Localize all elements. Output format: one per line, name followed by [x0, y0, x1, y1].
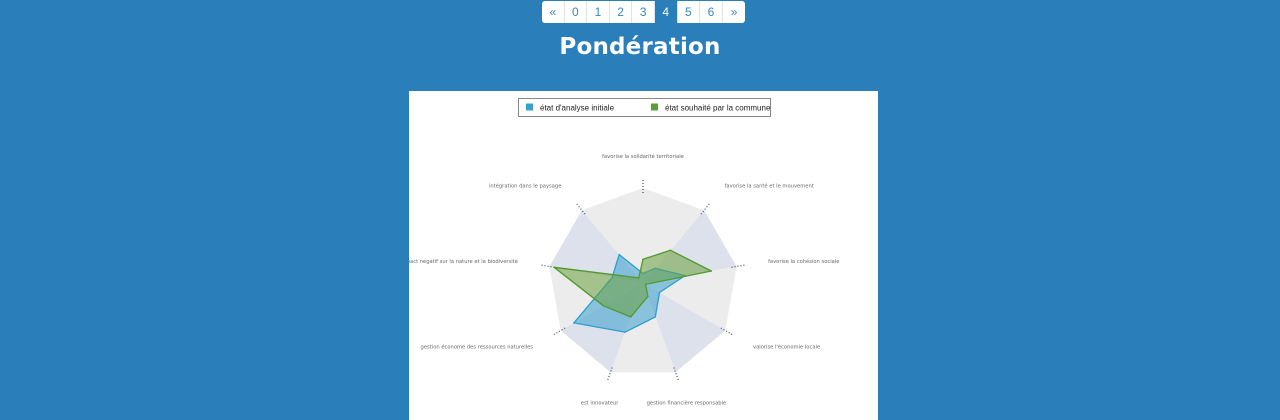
- axis-label: gestion économe des ressources naturelle…: [421, 344, 534, 351]
- axis-label: favorise la cohésion sociale: [768, 258, 839, 265]
- data-point: [642, 258, 644, 261]
- data-point: [654, 316, 657, 318]
- pagination: «0 1 2 3 4 5 6»: [542, 1, 746, 23]
- page-button-5[interactable]: 5: [678, 1, 701, 23]
- axis-label: favorise la santé et le mouvement: [725, 183, 814, 190]
- page-button-3[interactable]: 3: [632, 1, 655, 23]
- data-point: [637, 277, 640, 279]
- legend-swatch-1: [651, 103, 658, 111]
- data-point: [624, 331, 626, 333]
- data-point: [647, 295, 649, 298]
- legend-label-1: état souhaité par la commune: [665, 104, 771, 113]
- legend-label-0: état d'analyse initiale: [540, 104, 615, 113]
- page-button-0[interactable]: 0: [565, 1, 588, 23]
- axis-label: valorise l'économie locale: [753, 344, 820, 351]
- data-point: [644, 283, 647, 286]
- axis-label: gestion financière responsable: [647, 399, 727, 406]
- axis-label: favorise la solidarité territoriale: [602, 153, 684, 160]
- axis-label: faible impact négatif sur la nature et l…: [409, 258, 518, 265]
- axis-label: intégration dans le paysage: [489, 183, 561, 190]
- data-point: [669, 249, 672, 252]
- legend-swatch-0: [526, 103, 533, 111]
- data-point: [553, 266, 555, 269]
- data-point: [629, 316, 632, 318]
- chart-panel: état d'analyse initiale état souhaité par…: [409, 91, 878, 420]
- page-button-2[interactable]: 2: [610, 1, 633, 23]
- page-title: Pondération: [559, 34, 721, 60]
- radar-chart: état d'analyse initiale état souhaité par…: [409, 98, 839, 406]
- axis-label: est innovateur: [581, 400, 620, 406]
- data-point: [602, 305, 605, 307]
- page-button-1[interactable]: 1: [587, 1, 610, 23]
- page-button-4[interactable]: 4: [654, 1, 678, 23]
- data-point: [658, 291, 661, 294]
- data-point: [618, 253, 620, 256]
- data-point: [710, 270, 713, 272]
- page-prev-button[interactable]: «: [542, 1, 565, 23]
- page-button-6[interactable]: 6: [700, 1, 723, 23]
- page-next-button[interactable]: »: [723, 1, 746, 23]
- data-point: [573, 322, 575, 324]
